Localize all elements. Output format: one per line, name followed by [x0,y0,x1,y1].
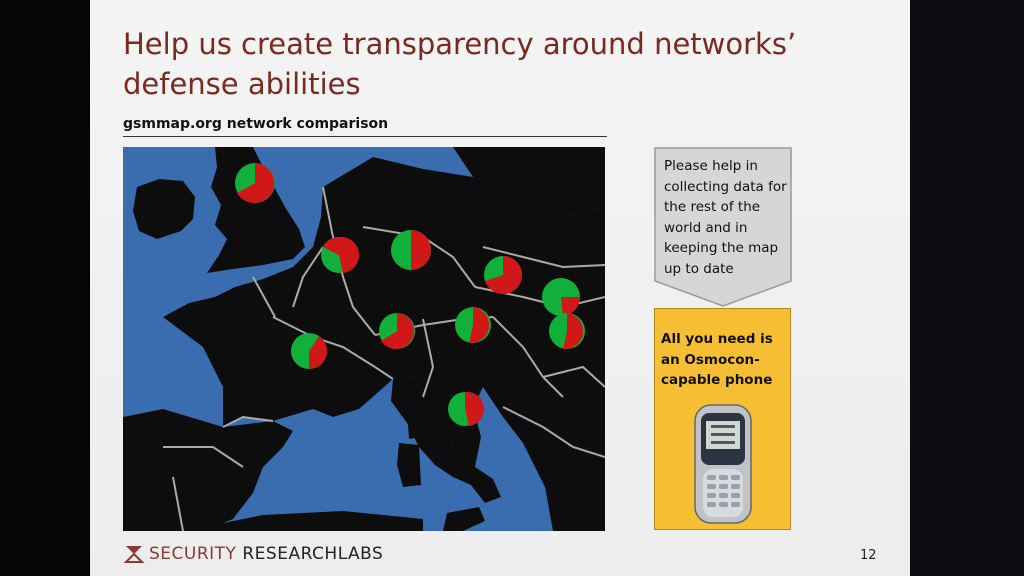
logo-word-security: SECURITY [149,544,237,564]
callout-text: Please help in collecting data for the r… [664,158,787,277]
pie-switzerland [379,313,415,349]
company-logo: SECURITY RESEARCHLABS [123,542,383,566]
pie-france [291,333,328,370]
logo-word-researchlabs: RESEARCHLABS [242,544,384,564]
pie-slovakia [542,278,581,316]
logo-text: SECURITY RESEARCHLABS [149,544,383,564]
europe-map [123,147,605,531]
mobile-phone-icon [694,404,752,524]
pie-italy [448,391,485,426]
map-caption: gsmmap.org network comparison [123,116,389,132]
caption-rule [123,136,607,137]
presentation-slide: Help us create transparency around netwo… [90,0,910,576]
background-edge [910,0,1024,576]
pie-germany [391,230,431,270]
page-number: 12 [860,548,877,563]
pie-belgium [321,236,360,273]
requirement-box: All you need is an Osmocon-capable phone [654,308,791,530]
pie-uk [235,163,275,203]
slide-title: Help us create transparency around netwo… [123,27,797,101]
pie-austria [455,307,491,344]
requirement-text: All you need is an Osmocon-capable phone [661,331,773,388]
pie-hungary [549,313,585,350]
logo-icon [123,546,145,563]
pie-czech [484,255,523,294]
